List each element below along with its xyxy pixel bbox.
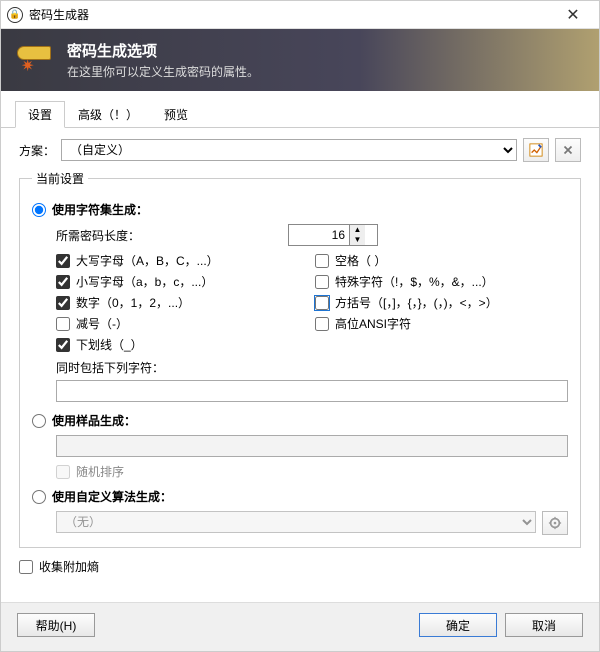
chk-special[interactable] <box>315 275 329 289</box>
save-scheme-button[interactable] <box>523 138 549 162</box>
radio-algo[interactable] <box>32 490 46 504</box>
key-icon: ✷ <box>15 40 55 80</box>
length-label: 所需密码长度： <box>56 227 288 244</box>
chk-lower[interactable] <box>56 275 70 289</box>
chk-bracket[interactable] <box>315 296 329 310</box>
algo-select: （无） <box>56 511 536 533</box>
delete-scheme-button[interactable] <box>555 138 581 162</box>
radio-pattern[interactable] <box>32 414 46 428</box>
also-include-label: 同时包括下列字符： <box>56 359 568 376</box>
banner: ✷ 密码生成选项 在这里你可以定义生成密码的属性。 <box>1 29 599 91</box>
chk-random-permute <box>56 465 70 479</box>
banner-subtitle: 在这里你可以定义生成密码的属性。 <box>67 63 259 80</box>
tabs: 设置 高级（！） 预览 <box>1 91 599 128</box>
chk-collect-entropy[interactable] <box>19 560 33 574</box>
radio-pattern-label: 使用样品生成： <box>52 412 136 429</box>
length-spinner[interactable]: ▲▼ <box>288 224 378 246</box>
lock-icon: 🔒 <box>7 7 23 23</box>
radio-charset[interactable] <box>32 203 46 217</box>
banner-title: 密码生成选项 <box>67 40 259 61</box>
chk-highansi[interactable] <box>315 317 329 331</box>
close-icon[interactable]: ✕ <box>553 5 593 25</box>
chk-digit[interactable] <box>56 296 70 310</box>
current-settings-legend: 当前设置 <box>32 170 88 187</box>
window-title: 密码生成器 <box>29 6 553 23</box>
current-settings-group: 当前设置 使用字符集生成： 所需密码长度： ▲▼ 大写字母（A，B，C，...）… <box>19 170 581 548</box>
chk-upper[interactable] <box>56 254 70 268</box>
scheme-select[interactable]: （自定义） <box>61 139 517 161</box>
radio-charset-label: 使用字符集生成： <box>52 201 148 218</box>
cancel-button[interactable]: 取消 <box>505 613 583 637</box>
also-include-input[interactable] <box>56 380 568 402</box>
algo-settings-button <box>542 511 568 535</box>
titlebar: 🔒 密码生成器 ✕ <box>1 1 599 29</box>
ok-button[interactable]: 确定 <box>419 613 497 637</box>
chk-underscore[interactable] <box>56 338 70 352</box>
help-button[interactable]: 帮助(H) <box>17 613 95 637</box>
tab-settings[interactable]: 设置 <box>15 101 65 128</box>
spin-up-icon: ▲ <box>350 225 365 235</box>
footer: 帮助(H) 确定 取消 <box>1 602 599 651</box>
tab-preview[interactable]: 预览 <box>151 101 201 128</box>
chk-space[interactable] <box>315 254 329 268</box>
radio-algo-label: 使用自定义算法生成： <box>52 488 172 505</box>
length-input[interactable] <box>289 225 349 245</box>
scheme-label: 方案： <box>19 142 55 159</box>
pattern-input <box>56 435 568 457</box>
chk-minus[interactable] <box>56 317 70 331</box>
spin-down-icon: ▼ <box>350 235 365 245</box>
tab-advanced[interactable]: 高级（！） <box>65 101 151 128</box>
